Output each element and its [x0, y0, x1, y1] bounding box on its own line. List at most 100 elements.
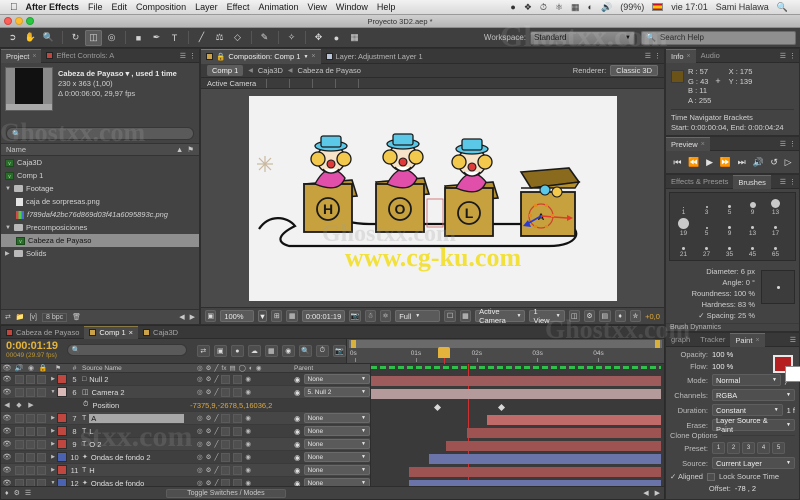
battery-level[interactable]: (99%) [620, 2, 644, 12]
opacity-value[interactable]: 100 % [712, 350, 733, 359]
collapse-switch-icon[interactable]: ⚙ [206, 388, 212, 396]
parent-select[interactable]: None ▼ [303, 426, 370, 436]
column-header-name[interactable]: Name [6, 145, 26, 154]
close-icon[interactable]: × [755, 337, 759, 344]
chevron-down-icon[interactable]: ▾ [126, 69, 130, 78]
layer-switches[interactable]: ◎ ⚙ ╱ ◉ [197, 452, 292, 462]
layer-row[interactable]: 👁 ▶ 7 T A ◎ ⚙ ╱ ◉ ◉ None ▼ [1, 412, 370, 425]
layer-visibility-toggle[interactable]: 👁 [1, 414, 13, 422]
channels-select[interactable]: RGBA ▼ [712, 389, 795, 401]
layer-label-color[interactable] [57, 439, 67, 449]
3d-switch-icon[interactable]: ◉ [245, 440, 251, 448]
camera-view-select[interactable]: Active Camera ▼ [475, 307, 526, 325]
layer-visibility-toggle[interactable]: 👁 [1, 440, 13, 448]
roto-brush-tool[interactable]: ✎ [256, 30, 273, 46]
3d-switch-icon[interactable]: ◉ [245, 466, 251, 474]
brush-preset[interactable]: 3 [695, 195, 718, 216]
quality-switch-icon[interactable]: ╱ [215, 388, 219, 396]
frame-blend-switch[interactable] [233, 387, 243, 397]
playhead-handle[interactable] [437, 347, 450, 358]
layer-name-cell[interactable]: TH [82, 466, 197, 475]
zoom-level-icon[interactable]: ☰ [25, 489, 31, 497]
clone-stamp-tool[interactable]: ⚖ [211, 30, 228, 46]
evernote-icon[interactable]: ❖ [524, 2, 532, 13]
parent-select[interactable]: None ▼ [303, 465, 370, 475]
shy-switch-icon[interactable]: ◎ [197, 440, 203, 448]
panel-options-icon[interactable]: ⋮ [789, 178, 796, 186]
panel-menu-icon[interactable]: ☰ [790, 336, 796, 344]
disclosure-triangle-icon[interactable]: ▶ [49, 428, 57, 434]
3d-renderer-icon[interactable]: ▦ [264, 345, 278, 357]
parent-pickwhip-icon[interactable]: ◉ [294, 453, 301, 462]
loop-icon[interactable]: ↺ [770, 157, 778, 168]
shy-icon[interactable]: ◉ [281, 345, 295, 357]
chevron-down-icon[interactable]: ▼ [303, 54, 308, 60]
tab-timeline-comp1[interactable]: Comp 1 × [84, 325, 139, 339]
layer-row[interactable]: 👁 ▶ 8 T L ◎ ⚙ ╱ ◉ ◉ None ▼ [1, 425, 370, 438]
layer-name-cell[interactable]: ✦ Ondas de fondo [82, 479, 197, 487]
panel-menu-icon[interactable]: ☰ [645, 52, 651, 60]
tab-layer-adjustment[interactable]: Layer: Adjustment Layer 1 [321, 49, 428, 64]
layer-duration-bar[interactable] [371, 389, 661, 399]
effects-switch[interactable] [221, 413, 231, 423]
apple-logo-icon[interactable]:  [10, 2, 18, 13]
tab-project[interactable]: Project × [1, 48, 42, 63]
disclosure-triangle-icon[interactable]: ▶ [49, 376, 57, 382]
disclosure-triangle-icon[interactable]: ▼ [5, 186, 11, 192]
timer-icon[interactable]: ⏱ [315, 345, 329, 357]
frame-blend-switch[interactable] [233, 465, 243, 475]
shy-switch-icon[interactable]: ◎ [197, 375, 203, 383]
layer-visibility-toggle[interactable]: 👁 [1, 388, 13, 396]
last-frame-icon[interactable]: ⏭ [738, 157, 746, 168]
next-icon[interactable]: ▶ [655, 489, 660, 497]
source-select[interactable]: Current Layer ▼ [712, 457, 795, 469]
shy-switch-icon[interactable]: ◎ [197, 453, 203, 461]
project-item[interactable]: v Caja3D [1, 156, 199, 169]
delete-icon[interactable]: 🗑 [72, 313, 81, 321]
navigator-end-bracket[interactable] [655, 340, 660, 348]
anchor-point-tool[interactable]: ◎ [103, 30, 120, 46]
previous-frame-icon[interactable]: ⏪ [688, 157, 699, 168]
layer-switch-cells[interactable] [13, 478, 49, 486]
background-color-chip[interactable] [785, 366, 800, 382]
layer-switches[interactable]: ◎ ⚙ ╱ ◉ [197, 374, 292, 384]
resolution-select[interactable]: Full ▼ [395, 310, 441, 322]
timeline-current-time[interactable]: 0:00:01:19 00049 (29.97 fps) [1, 339, 63, 363]
keyboard-flag-icon[interactable] [652, 3, 664, 11]
layer-switch-cells[interactable] [13, 374, 49, 384]
layer-label-color[interactable] [57, 478, 67, 486]
comp-flowchart-icon[interactable]: ♦ [614, 310, 626, 322]
eraser-tool[interactable]: ◇ [229, 30, 246, 46]
zoom-select[interactable]: 100% [220, 310, 254, 322]
3d-switch-icon[interactable]: ◉ [245, 479, 251, 486]
rotation-tool[interactable]: ↻ [67, 30, 84, 46]
clock-icon[interactable]: ⏱ [540, 2, 547, 13]
brush-preset[interactable]: 17 [764, 216, 787, 237]
effects-switch[interactable] [221, 387, 231, 397]
pixel-aspect-icon[interactable]: ◫ [568, 310, 580, 322]
parent-pickwhip-icon[interactable]: ◉ [294, 414, 301, 423]
layer-duration-bar[interactable] [487, 415, 661, 425]
tab-timeline-cabeza[interactable]: Cabeza de Payaso [1, 326, 84, 339]
layer-row[interactable]: 👁 ▶ 9 T O 2 ◎ ⚙ ╱ ◉ ◉ None ▼ [1, 438, 370, 451]
brush-preset[interactable]: 21 [672, 237, 695, 258]
effects-switch[interactable] [221, 374, 231, 384]
quality-switch-icon[interactable]: ╱ [215, 453, 219, 461]
layer-visibility-toggle[interactable]: 👁 [1, 453, 13, 461]
collapse-switch-icon[interactable]: ⚙ [206, 414, 212, 422]
project-item[interactable]: ▼ Footage [1, 182, 199, 195]
brush-tool[interactable]: ╱ [193, 30, 210, 46]
quality-switch-icon[interactable]: ╱ [215, 375, 219, 383]
layer-switches[interactable]: ◎ ⚙ ╱ ◉ [197, 478, 292, 486]
selection-tool[interactable]: ➲ [4, 30, 21, 46]
tab-preview[interactable]: Preview × [666, 136, 710, 151]
first-frame-icon[interactable]: ⏮ [673, 157, 681, 168]
disclosure-triangle-icon[interactable]: ▶ [49, 454, 57, 460]
duration-frames[interactable]: 1 f [787, 406, 795, 415]
prev-icon[interactable]: ◀ [179, 313, 184, 321]
brush-preset[interactable]: 5 [718, 195, 741, 216]
grid-guides-icon[interactable]: ▦ [459, 310, 472, 322]
shy-switch-icon[interactable]: ◎ [197, 466, 203, 474]
toggle-switches-modes-button[interactable]: Toggle Switches / Modes [166, 488, 286, 498]
parent-pickwhip-icon[interactable]: ◉ [294, 440, 301, 449]
